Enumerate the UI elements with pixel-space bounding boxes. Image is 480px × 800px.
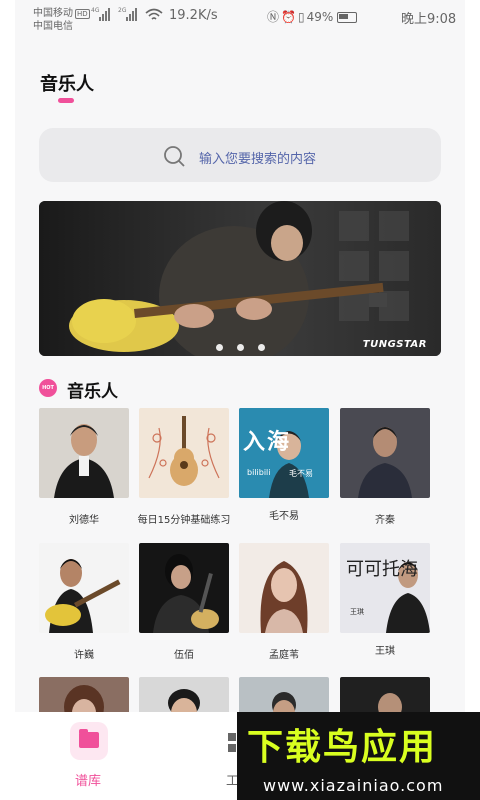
tab-library[interactable] (70, 722, 108, 760)
musician-card[interactable]: 每日15分钟基础练习 (138, 408, 230, 526)
musician-card[interactable]: 伍佰 (139, 543, 229, 661)
album-title: 可可托海 (346, 559, 418, 580)
banner-brand: TUNGSTAR (362, 339, 427, 350)
tab-library-label[interactable]: 谱库 (75, 770, 101, 789)
album-label-right: 毛不易 (289, 469, 313, 478)
musician-photo (139, 408, 229, 498)
musician-name: 毛不易 (269, 511, 299, 522)
album-title: 入海 (243, 430, 292, 455)
signal-2-icon: 2G (118, 7, 144, 21)
folder-icon (79, 729, 99, 748)
musician-photo (39, 408, 129, 498)
battery-percent: 49% (306, 10, 334, 24)
title-indicator (58, 98, 74, 103)
carousel-dot[interactable] (258, 344, 265, 351)
musician-card[interactable]: 齐秦 (340, 408, 430, 526)
watermark-url: www.xiazainiao.com (263, 776, 444, 795)
section-title: 音乐人 (67, 382, 118, 402)
carrier-2: 中国电信 (33, 21, 73, 32)
album-artist: 王琪 (350, 608, 364, 616)
wifi-icon (145, 8, 163, 20)
watermark-title: 下载鸟应用 (247, 727, 438, 768)
musician-card[interactable]: 孟庭苇 (239, 543, 329, 661)
carousel-dot[interactable] (216, 344, 223, 351)
status-icons: Ⓝ ⏰ ▯ 49% (267, 8, 359, 25)
musician-photo (39, 543, 129, 633)
status-bar: 中国移动 HD 中国电信 4G 2G 19.2K/s Ⓝ ⏰ ▯ 49% 晚上9:08 (15, 0, 465, 32)
musician-card[interactable]: 刘德华 (39, 408, 129, 526)
musician-photo (139, 543, 229, 633)
musician-name: 刘德华 (69, 515, 99, 526)
banner-carousel[interactable]: TUNGSTAR (39, 201, 441, 356)
carousel-dots[interactable] (216, 336, 279, 355)
musician-name: 齐秦 (375, 515, 395, 526)
watermark: 下载鸟应用 www.xiazainiao.com (237, 712, 480, 800)
right-margin (465, 0, 480, 800)
signal-1-icon: 4G (91, 7, 117, 21)
search-input[interactable]: 输入您要搜索的内容 (199, 148, 316, 167)
musician-card[interactable]: 入海 bilibili 毛不易 毛不易 (239, 408, 329, 522)
alarm-icon: ⏰ (281, 10, 296, 24)
musician-card[interactable]: 许巍 (39, 543, 129, 661)
musician-photo: 入海 bilibili 毛不易 (239, 408, 329, 498)
net-speed: 19.2K/s (169, 8, 218, 23)
musician-name: 伍佰 (174, 650, 194, 661)
musician-name: 王琪 (375, 646, 395, 657)
musician-name: 许巍 (74, 650, 94, 661)
search-bar[interactable]: 输入您要搜索的内容 (39, 128, 441, 182)
musician-name: 每日15分钟基础练习 (137, 515, 231, 526)
hd-badge: HD (75, 9, 90, 19)
search-icon (164, 146, 185, 167)
musician-card[interactable]: 可可托海 王琪 王琪 (340, 543, 430, 657)
clock: 晚上9:08 (401, 12, 457, 27)
battery-icon (337, 12, 358, 23)
musician-photo (340, 408, 430, 498)
vibrate-icon: ▯ (297, 10, 305, 24)
left-margin (0, 0, 15, 800)
banner-image (39, 201, 441, 356)
musician-photo (239, 543, 329, 633)
carousel-dot[interactable] (237, 344, 244, 351)
hot-icon: HOT (39, 379, 57, 397)
musician-photo: 可可托海 王琪 (340, 543, 430, 633)
page-title: 音乐人 (40, 74, 94, 95)
album-label-left: bilibili (247, 468, 271, 477)
nfc-icon: Ⓝ (267, 10, 280, 24)
musician-name: 孟庭苇 (269, 650, 299, 661)
